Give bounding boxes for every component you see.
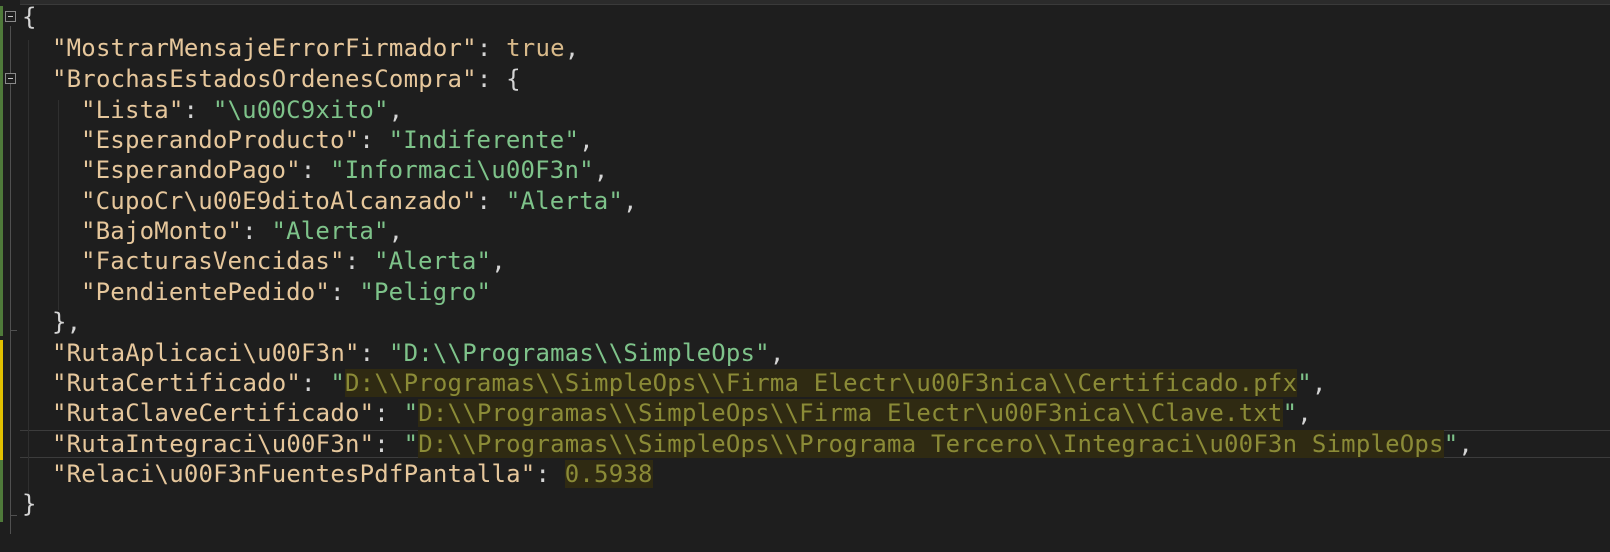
json-key: "RutaClaveCertificado" xyxy=(52,399,375,427)
json-number-highlighted: 0.5938 xyxy=(564,460,653,488)
json-separator: : xyxy=(183,96,213,124)
fold-end-tick xyxy=(10,515,17,516)
json-separator: : xyxy=(359,339,389,367)
json-comma: , xyxy=(1458,430,1474,458)
json-key: "BajoMonto" xyxy=(81,217,243,245)
json-string: "Alerta" xyxy=(505,187,624,215)
json-comma: , xyxy=(593,156,609,184)
json-path-highlighted: D:\\Programas\\SimpleOps\\Programa Terce… xyxy=(418,430,1444,458)
json-separator: : xyxy=(359,126,389,154)
json-string: "Alerta" xyxy=(271,217,389,245)
json-key: "Relaci\u00F3nFuentesPdfPantalla" xyxy=(52,460,536,488)
json-path-highlighted: D:\\Programas\\SimpleOps\\Firma Electr\u… xyxy=(418,399,1283,427)
json-comma: , xyxy=(388,217,404,245)
json-comma: , xyxy=(1311,369,1327,397)
json-comma: , xyxy=(491,247,506,275)
json-quote: " xyxy=(403,430,419,458)
change-marker-unsaved xyxy=(0,340,3,460)
fold-toggle-root-icon[interactable] xyxy=(5,11,16,22)
code-line[interactable]: "CupoCr\u00E9ditoAlcanzado": "Alerta", xyxy=(81,186,638,217)
json-key: "FacturasVencidas" xyxy=(81,247,345,275)
open-brace: { xyxy=(22,3,37,31)
code-line[interactable]: { xyxy=(22,2,37,33)
json-boolean: true xyxy=(506,34,565,62)
json-separator: : xyxy=(535,460,565,488)
json-key: "EsperandoPago" xyxy=(81,156,301,184)
json-quote: " xyxy=(403,399,419,427)
json-string: "Indiferente" xyxy=(388,126,580,154)
code-line[interactable]: "BajoMonto": "Alerta", xyxy=(81,216,403,247)
json-separator: : xyxy=(374,430,404,458)
code-editor[interactable]: { "MostrarMensajeErrorFirmador": true, "… xyxy=(0,0,1610,552)
code-line[interactable]: "FacturasVencidas": "Alerta", xyxy=(81,246,506,277)
json-comma: , xyxy=(564,34,580,62)
json-separator: : xyxy=(374,399,404,427)
editor-top-strip xyxy=(0,0,1610,5)
json-key: "CupoCr\u00E9ditoAlcanzado" xyxy=(81,187,477,215)
json-quote: " xyxy=(1443,430,1459,458)
json-comma: , xyxy=(1297,399,1312,427)
indent-guide xyxy=(28,40,29,510)
code-line[interactable]: "MostrarMensajeErrorFirmador": true, xyxy=(52,33,579,64)
code-line[interactable]: "EsperandoProducto": "Indiferente", xyxy=(81,125,594,156)
close-brace: } xyxy=(22,490,37,518)
code-line[interactable]: "RutaClaveCertificado": "D:\\Programas\\… xyxy=(52,398,1312,429)
editor-gutter xyxy=(0,0,20,552)
fold-toggle-brochas-icon[interactable] xyxy=(5,73,16,84)
json-key: "Lista" xyxy=(81,96,184,124)
json-separator: : xyxy=(330,278,360,306)
json-key: "RutaIntegraci\u00F3n" xyxy=(52,430,375,458)
json-separator: : xyxy=(300,156,331,184)
json-object-open: { xyxy=(506,65,521,93)
code-line[interactable]: "Relaci\u00F3nFuentesPdfPantalla": 0.593… xyxy=(52,459,653,490)
json-separator: : xyxy=(476,187,506,215)
json-comma: , xyxy=(388,96,404,124)
json-string: "Peligro" xyxy=(359,278,492,306)
json-key: "EsperandoProducto" xyxy=(81,126,360,154)
json-quote: " xyxy=(330,369,346,397)
json-string: "Alerta" xyxy=(374,247,492,275)
code-line[interactable]: "EsperandoPago": "Informaci\u00F3n", xyxy=(81,155,608,186)
code-line[interactable]: "RutaAplicaci\u00F3n": "D:\\Programas\\S… xyxy=(52,338,785,369)
indent-guide xyxy=(58,100,59,310)
code-line[interactable]: } xyxy=(22,489,37,520)
json-comma: , xyxy=(769,339,785,367)
json-string: "Informaci\u00F3n" xyxy=(330,156,594,184)
json-string: "D:\\Programas\\SimpleOps" xyxy=(388,339,770,367)
json-key: "RutaCertificado" xyxy=(52,369,302,397)
json-object-close: }, xyxy=(52,308,82,336)
json-string: "\u00C9xito" xyxy=(212,96,389,124)
json-key: "MostrarMensajeErrorFirmador" xyxy=(52,34,477,62)
code-line[interactable]: "BrochasEstadosOrdenesCompra": { xyxy=(52,64,521,95)
change-marker-saved xyxy=(0,6,3,336)
json-quote: " xyxy=(1297,369,1312,397)
json-separator: : xyxy=(476,65,507,93)
json-separator: : xyxy=(242,217,272,245)
json-key: "RutaAplicaci\u00F3n" xyxy=(52,339,360,367)
code-line-current[interactable]: "RutaIntegraci\u00F3n": "D:\\Programas\\… xyxy=(52,429,1473,460)
json-separator: : xyxy=(301,369,331,397)
code-line[interactable]: }, xyxy=(52,307,81,338)
json-quote: " xyxy=(1282,399,1298,427)
json-path-highlighted: D:\\Programas\\SimpleOps\\Firma Electr\u… xyxy=(345,369,1298,397)
code-line[interactable]: "RutaCertificado": "D:\\Programas\\Simpl… xyxy=(52,368,1327,399)
json-key: "PendientePedido" xyxy=(81,278,331,306)
json-key: "BrochasEstadosOrdenesCompra" xyxy=(52,65,477,93)
code-line[interactable]: "PendientePedido": "Peligro" xyxy=(81,277,491,308)
json-separator: : xyxy=(476,34,507,62)
code-line[interactable]: "Lista": "\u00C9xito", xyxy=(81,95,403,126)
fold-guide-line xyxy=(10,26,11,534)
change-marker-saved-bottom xyxy=(0,460,3,522)
fold-end-tick xyxy=(10,330,17,331)
json-separator: : xyxy=(344,247,374,275)
json-comma: , xyxy=(579,126,594,154)
json-comma: , xyxy=(623,187,638,215)
